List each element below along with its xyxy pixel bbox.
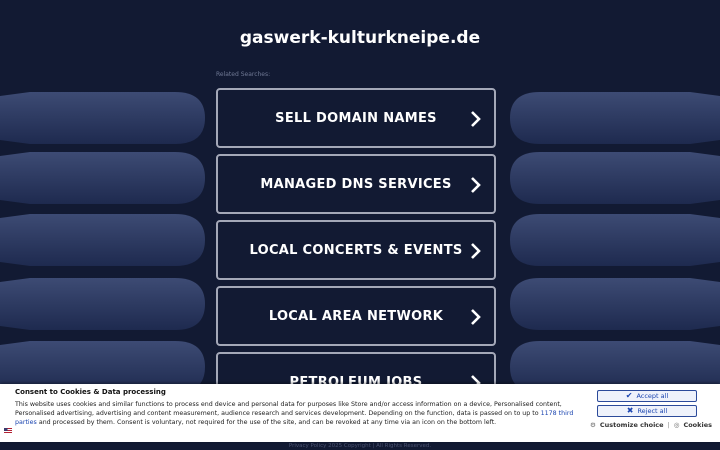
chevron-right-icon	[471, 309, 481, 325]
gear-icon: ⚙	[590, 421, 596, 429]
separator: |	[667, 421, 670, 429]
consent-title: Consent to Cookies & Data processing	[15, 388, 166, 396]
reject-all-button[interactable]: ✖ Reject all	[597, 405, 697, 417]
accept-all-button[interactable]: ✔ Accept all	[597, 390, 697, 402]
customize-choice-link[interactable]: Customize choice	[600, 421, 664, 429]
related-link-local-concerts-events[interactable]: LOCAL CONCERTS & EVENTS	[216, 220, 496, 280]
related-link-label: LOCAL AREA NETWORK	[268, 308, 444, 324]
chevron-right-icon	[471, 243, 481, 259]
cookie-consent-banner: Consent to Cookies & Data processing Thi…	[0, 384, 720, 442]
close-icon: ✖	[626, 406, 634, 415]
related-link-label: MANAGED DNS SERVICES	[260, 176, 452, 192]
chevron-right-icon	[471, 111, 481, 127]
language-flag-icon[interactable]	[4, 428, 12, 434]
related-link-label: LOCAL CONCERTS & EVENTS	[249, 242, 463, 258]
related-searches-label: Related Searches:	[216, 71, 271, 78]
consent-text-part: This website uses cookies and similar fu…	[15, 401, 562, 417]
reject-all-label: Reject all	[637, 407, 668, 415]
related-link-sell-domain-names[interactable]: SELL DOMAIN NAMES	[216, 88, 496, 148]
related-link-managed-dns-services[interactable]: MANAGED DNS SERVICES	[216, 154, 496, 214]
consent-text-part: and processed by them. Consent is volunt…	[36, 419, 497, 426]
domain-title: gaswerk-kulturkneipe.de	[239, 28, 481, 48]
cookies-link[interactable]: Cookies	[683, 421, 712, 429]
accept-all-label: Accept all	[636, 392, 669, 400]
consent-options: ⚙ Customize choice | ◎ Cookies	[590, 421, 712, 429]
related-links-list: SELL DOMAIN NAMES MANAGED DNS SERVICES L…	[216, 88, 496, 418]
chevron-right-icon	[471, 177, 481, 193]
related-link-local-area-network[interactable]: LOCAL AREA NETWORK	[216, 286, 496, 346]
related-link-label: SELL DOMAIN NAMES	[275, 110, 437, 126]
cookie-icon: ◎	[673, 421, 680, 429]
consent-description: This website uses cookies and similar fu…	[15, 400, 585, 427]
footer-text: Privacy Policy 2025 Copyright | All Righ…	[288, 443, 432, 449]
checkmark-icon: ✔	[625, 391, 633, 400]
